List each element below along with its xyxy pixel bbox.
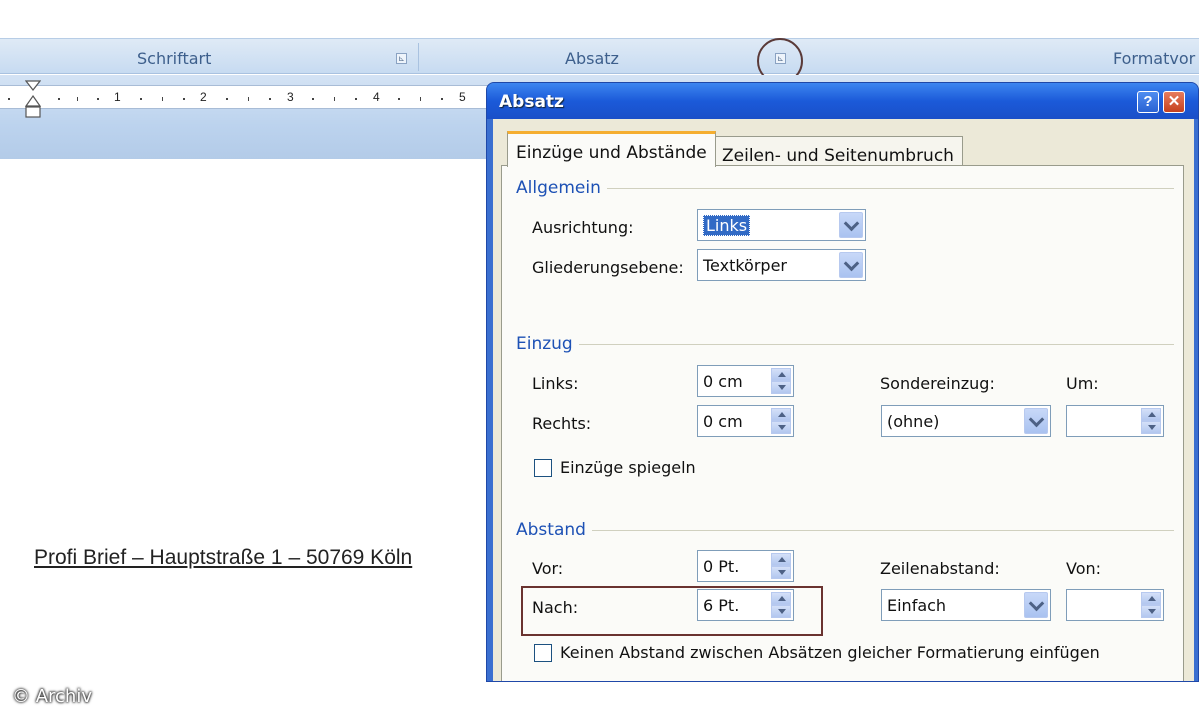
ruler-tick bbox=[420, 97, 421, 101]
ruler-number: 4 bbox=[373, 90, 380, 104]
ausrichtung-value: Links bbox=[703, 215, 751, 236]
section-divider bbox=[516, 188, 1174, 189]
gliederungsebene-select[interactable]: Textkörper bbox=[697, 249, 866, 281]
ruler-dot bbox=[441, 98, 443, 100]
einzug-links-input[interactable]: 0 cm bbox=[697, 365, 794, 397]
ausrichtung-label: Ausrichtung: bbox=[532, 218, 634, 237]
ausrichtung-select[interactable]: Links bbox=[697, 209, 866, 241]
spin-down-icon[interactable] bbox=[771, 421, 791, 434]
um-label: Um: bbox=[1066, 374, 1099, 393]
ruler-dot bbox=[97, 98, 99, 100]
ruler-dot bbox=[226, 98, 228, 100]
kein-abstand-label[interactable]: Keinen Abstand zwischen Absätzen gleiche… bbox=[560, 643, 1100, 662]
einzug-links-value: 0 cm bbox=[703, 372, 743, 391]
ribbon-group-bar: Schriftart ⊾ Absatz ⊾ Formatvor bbox=[0, 38, 1199, 74]
von-input[interactable] bbox=[1066, 589, 1164, 621]
ruler-tick bbox=[77, 97, 78, 101]
kein-abstand-checkbox[interactable] bbox=[534, 644, 552, 662]
ruler-dot bbox=[58, 98, 60, 100]
einzug-rechts-value: 0 cm bbox=[703, 412, 743, 431]
einzug-rechts-input[interactable]: 0 cm bbox=[697, 405, 794, 437]
einzuege-spiegeln-label[interactable]: Einzüge spiegeln bbox=[560, 458, 696, 477]
sondereinzug-select[interactable]: (ohne) bbox=[881, 405, 1051, 437]
spinner[interactable] bbox=[1141, 408, 1161, 434]
spinner[interactable] bbox=[771, 408, 791, 434]
ruler-dot bbox=[269, 98, 271, 100]
einzuege-spiegeln-checkbox[interactable] bbox=[534, 459, 552, 477]
chevron-down-icon[interactable] bbox=[839, 252, 863, 278]
nach-annotation-box bbox=[521, 586, 823, 636]
sondereinzug-label: Sondereinzug: bbox=[880, 374, 995, 393]
ruler-dot bbox=[355, 98, 357, 100]
zeilenabstand-label: Zeilenabstand: bbox=[880, 559, 1000, 578]
tab-zeilen-und-seitenumbruch[interactable]: Zeilen- und Seitenumbruch bbox=[713, 136, 963, 168]
section-abstand: Abstand bbox=[516, 520, 592, 540]
ruler-number: 2 bbox=[200, 90, 207, 104]
ruler-dot bbox=[183, 98, 185, 100]
section-einzug: Einzug bbox=[516, 334, 579, 354]
dialog-titlebar[interactable]: Absatz ? ✕ bbox=[487, 83, 1198, 119]
spin-down-icon[interactable] bbox=[1141, 605, 1161, 618]
gliederungsebene-value: Textkörper bbox=[703, 256, 787, 275]
chevron-down-icon[interactable] bbox=[1024, 408, 1048, 434]
ruler-number: 3 bbox=[287, 90, 294, 104]
gliederungsebene-label: Gliederungsebene: bbox=[532, 258, 684, 277]
section-allgemein: Allgemein bbox=[516, 178, 607, 198]
spin-up-icon[interactable] bbox=[1141, 592, 1161, 605]
ruler-tick bbox=[248, 97, 249, 101]
document-sender-line[interactable]: Profi Brief – Hauptstraße 1 – 50769 Köln bbox=[34, 546, 412, 570]
section-divider bbox=[516, 344, 1174, 345]
section-divider bbox=[516, 530, 1174, 531]
spin-down-icon[interactable] bbox=[771, 566, 791, 579]
ruler-dot bbox=[312, 98, 314, 100]
dialog-title: Absatz bbox=[499, 92, 564, 112]
spinner[interactable] bbox=[1141, 592, 1161, 618]
spin-up-icon[interactable] bbox=[771, 553, 791, 566]
zeilenabstand-value: Einfach bbox=[887, 596, 947, 615]
help-button[interactable]: ? bbox=[1137, 91, 1159, 113]
ruler-dot bbox=[140, 98, 142, 100]
group-label-schriftart: Schriftart bbox=[137, 49, 212, 68]
schriftart-dialog-launcher-icon[interactable]: ⊾ bbox=[396, 53, 407, 64]
einzug-rechts-label: Rechts: bbox=[532, 414, 592, 433]
ribbon-top bbox=[0, 0, 1199, 38]
spin-up-icon[interactable] bbox=[771, 408, 791, 421]
spin-up-icon[interactable] bbox=[1141, 408, 1161, 421]
group-label-absatz: Absatz bbox=[565, 49, 619, 68]
abstand-vor-label: Vor: bbox=[532, 559, 564, 578]
ruler-number: 1 bbox=[114, 90, 121, 104]
spinner[interactable] bbox=[771, 553, 791, 579]
chevron-down-icon[interactable] bbox=[1024, 592, 1048, 618]
tab-einzuege-und-abstaende[interactable]: Einzüge und Abstände bbox=[507, 131, 716, 167]
indent-marker-icon[interactable] bbox=[25, 80, 41, 118]
horizontal-ruler[interactable]: 1 2 3 4 5 bbox=[0, 85, 500, 109]
um-input[interactable] bbox=[1066, 405, 1164, 437]
ruler-tick bbox=[334, 97, 335, 101]
spinner[interactable] bbox=[771, 368, 791, 394]
abstand-vor-input[interactable]: 0 Pt. bbox=[697, 550, 794, 582]
abstand-vor-value: 0 Pt. bbox=[703, 557, 740, 576]
spin-down-icon[interactable] bbox=[1141, 421, 1161, 434]
spin-down-icon[interactable] bbox=[771, 381, 791, 394]
von-label: Von: bbox=[1066, 559, 1102, 578]
ruler-tick bbox=[162, 97, 163, 101]
group-separator bbox=[418, 43, 419, 71]
sondereinzug-value: (ohne) bbox=[887, 412, 940, 431]
ruler-dot bbox=[8, 98, 10, 100]
zeilenabstand-select[interactable]: Einfach bbox=[881, 589, 1051, 621]
group-label-formatvorlagen: Formatvor bbox=[1113, 49, 1196, 68]
ruler-number: 5 bbox=[459, 90, 466, 104]
copyright-watermark: © Archiv bbox=[12, 686, 92, 707]
spin-up-icon[interactable] bbox=[771, 368, 791, 381]
einzug-links-label: Links: bbox=[532, 374, 579, 393]
ruler-dot bbox=[398, 98, 400, 100]
chevron-down-icon[interactable] bbox=[839, 212, 863, 238]
close-button[interactable]: ✕ bbox=[1163, 91, 1185, 113]
